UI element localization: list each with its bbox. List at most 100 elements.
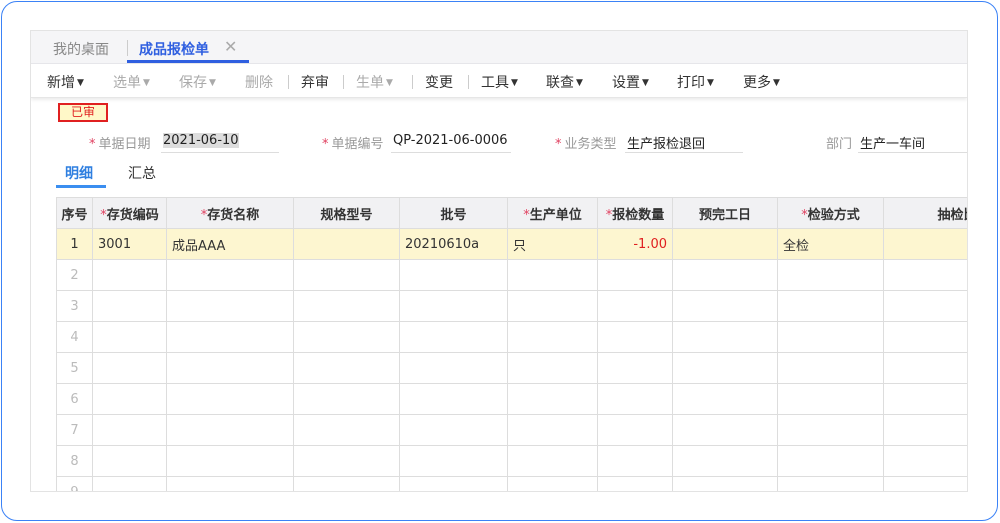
table-cell[interactable] [92,259,167,291]
table-cell[interactable] [293,259,400,291]
table-cell[interactable] [883,414,967,446]
field-input[interactable]: 生产报检退回 [625,131,743,153]
toolbar-button[interactable]: 工具 ▼ [481,72,518,92]
table-row[interactable]: 5 [56,352,967,384]
table-cell[interactable] [597,445,673,477]
table-cell[interactable] [507,445,598,477]
table-cell[interactable] [672,290,778,322]
table-cell[interactable] [507,414,598,446]
table-cell[interactable] [672,414,778,446]
table-cell[interactable] [777,290,884,322]
tab-inspection-form[interactable]: 成品报检单 [139,39,209,59]
table-cell[interactable] [92,352,167,384]
table-cell[interactable] [293,290,400,322]
toolbar-button[interactable]: 生单 ▼ [356,72,393,92]
table-cell[interactable] [92,414,167,446]
table-cell[interactable] [507,290,598,322]
toolbar-button[interactable]: 选单 ▼ [113,72,150,92]
toolbar-button[interactable]: 更多 ▼ [743,72,780,92]
table-cell[interactable] [777,476,884,491]
table-cell[interactable] [597,414,673,446]
table-cell[interactable] [883,290,967,322]
table-row[interactable]: 6 [56,383,967,415]
table-cell[interactable] [293,476,400,491]
table-row[interactable]: 9 [56,476,967,491]
table-cell[interactable] [399,290,508,322]
table-cell[interactable] [672,352,778,384]
table-cell[interactable] [672,228,778,260]
column-header[interactable]: 预完工日 [672,197,778,229]
table-cell[interactable]: 20210610a [399,228,508,260]
table-cell[interactable] [597,321,673,353]
table-cell[interactable] [166,414,294,446]
column-header[interactable]: 批号 [399,197,508,229]
table-cell[interactable] [92,445,167,477]
table-cell[interactable] [293,383,400,415]
toolbar-button[interactable]: 变更 [425,72,453,92]
table-cell[interactable] [672,321,778,353]
table-cell[interactable]: 全检 [777,228,884,260]
table-cell[interactable] [399,352,508,384]
column-header[interactable]: *检验方式 [777,197,884,229]
table-cell[interactable] [507,259,598,291]
field-input[interactable]: QP-2021-06-0006 [391,131,511,153]
column-header[interactable]: *存货名称 [166,197,294,229]
table-row[interactable]: 7 [56,414,967,446]
table-cell[interactable] [92,383,167,415]
table-cell[interactable] [293,228,400,260]
table-cell[interactable] [672,476,778,491]
table-cell[interactable]: 只 [507,228,598,260]
toolbar-button[interactable]: 删除 [245,72,273,92]
table-row[interactable]: 2 [56,259,967,291]
table-row[interactable]: 1 3001 成品AAA 20210610a 只 -1.00 全检 [56,228,967,260]
column-header[interactable]: 序号 [56,197,93,229]
table-cell[interactable] [399,259,508,291]
table-cell[interactable] [597,476,673,491]
toolbar-button[interactable]: 新增 ▼ [47,72,84,92]
table-row[interactable]: 4 [56,321,967,353]
table-cell[interactable] [672,383,778,415]
table-cell[interactable] [399,445,508,477]
column-header[interactable]: *存货编码 [92,197,167,229]
table-cell[interactable] [672,445,778,477]
table-cell[interactable] [166,383,294,415]
table-cell[interactable] [883,228,967,260]
table-cell[interactable] [883,476,967,491]
table-cell[interactable] [597,352,673,384]
table-cell[interactable]: -1.00 [597,228,673,260]
field-input[interactable]: 2021-06-10 [161,131,279,153]
subtab-summary[interactable]: 汇总 [128,163,156,183]
toolbar-button[interactable]: 保存 ▼ [179,72,216,92]
table-cell[interactable] [883,352,967,384]
table-cell[interactable] [883,259,967,291]
table-cell[interactable] [507,476,598,491]
table-cell[interactable] [777,352,884,384]
table-cell[interactable] [777,445,884,477]
column-header[interactable]: *生产单位 [507,197,598,229]
table-cell[interactable] [883,445,967,477]
table-row[interactable]: 3 [56,290,967,322]
table-cell[interactable] [597,383,673,415]
column-header[interactable]: *报检数量 [597,197,673,229]
table-cell[interactable] [293,321,400,353]
table-cell[interactable] [507,352,598,384]
table-cell[interactable] [92,290,167,322]
table-cell[interactable] [597,259,673,291]
subtab-detail[interactable]: 明细 [65,163,93,183]
table-cell[interactable] [166,445,294,477]
table-cell[interactable] [293,352,400,384]
table-cell[interactable] [399,321,508,353]
table-cell[interactable] [672,259,778,291]
table-cell[interactable] [166,259,294,291]
table-cell[interactable] [777,383,884,415]
close-icon[interactable]: ✕ [224,37,237,56]
table-cell[interactable]: 3001 [92,228,167,260]
table-cell[interactable] [293,414,400,446]
table-cell[interactable] [883,383,967,415]
table-cell[interactable] [399,383,508,415]
table-cell[interactable] [883,321,967,353]
table-cell[interactable] [777,414,884,446]
table-row[interactable]: 8 [56,445,967,477]
table-cell[interactable] [92,321,167,353]
table-cell[interactable] [166,290,294,322]
